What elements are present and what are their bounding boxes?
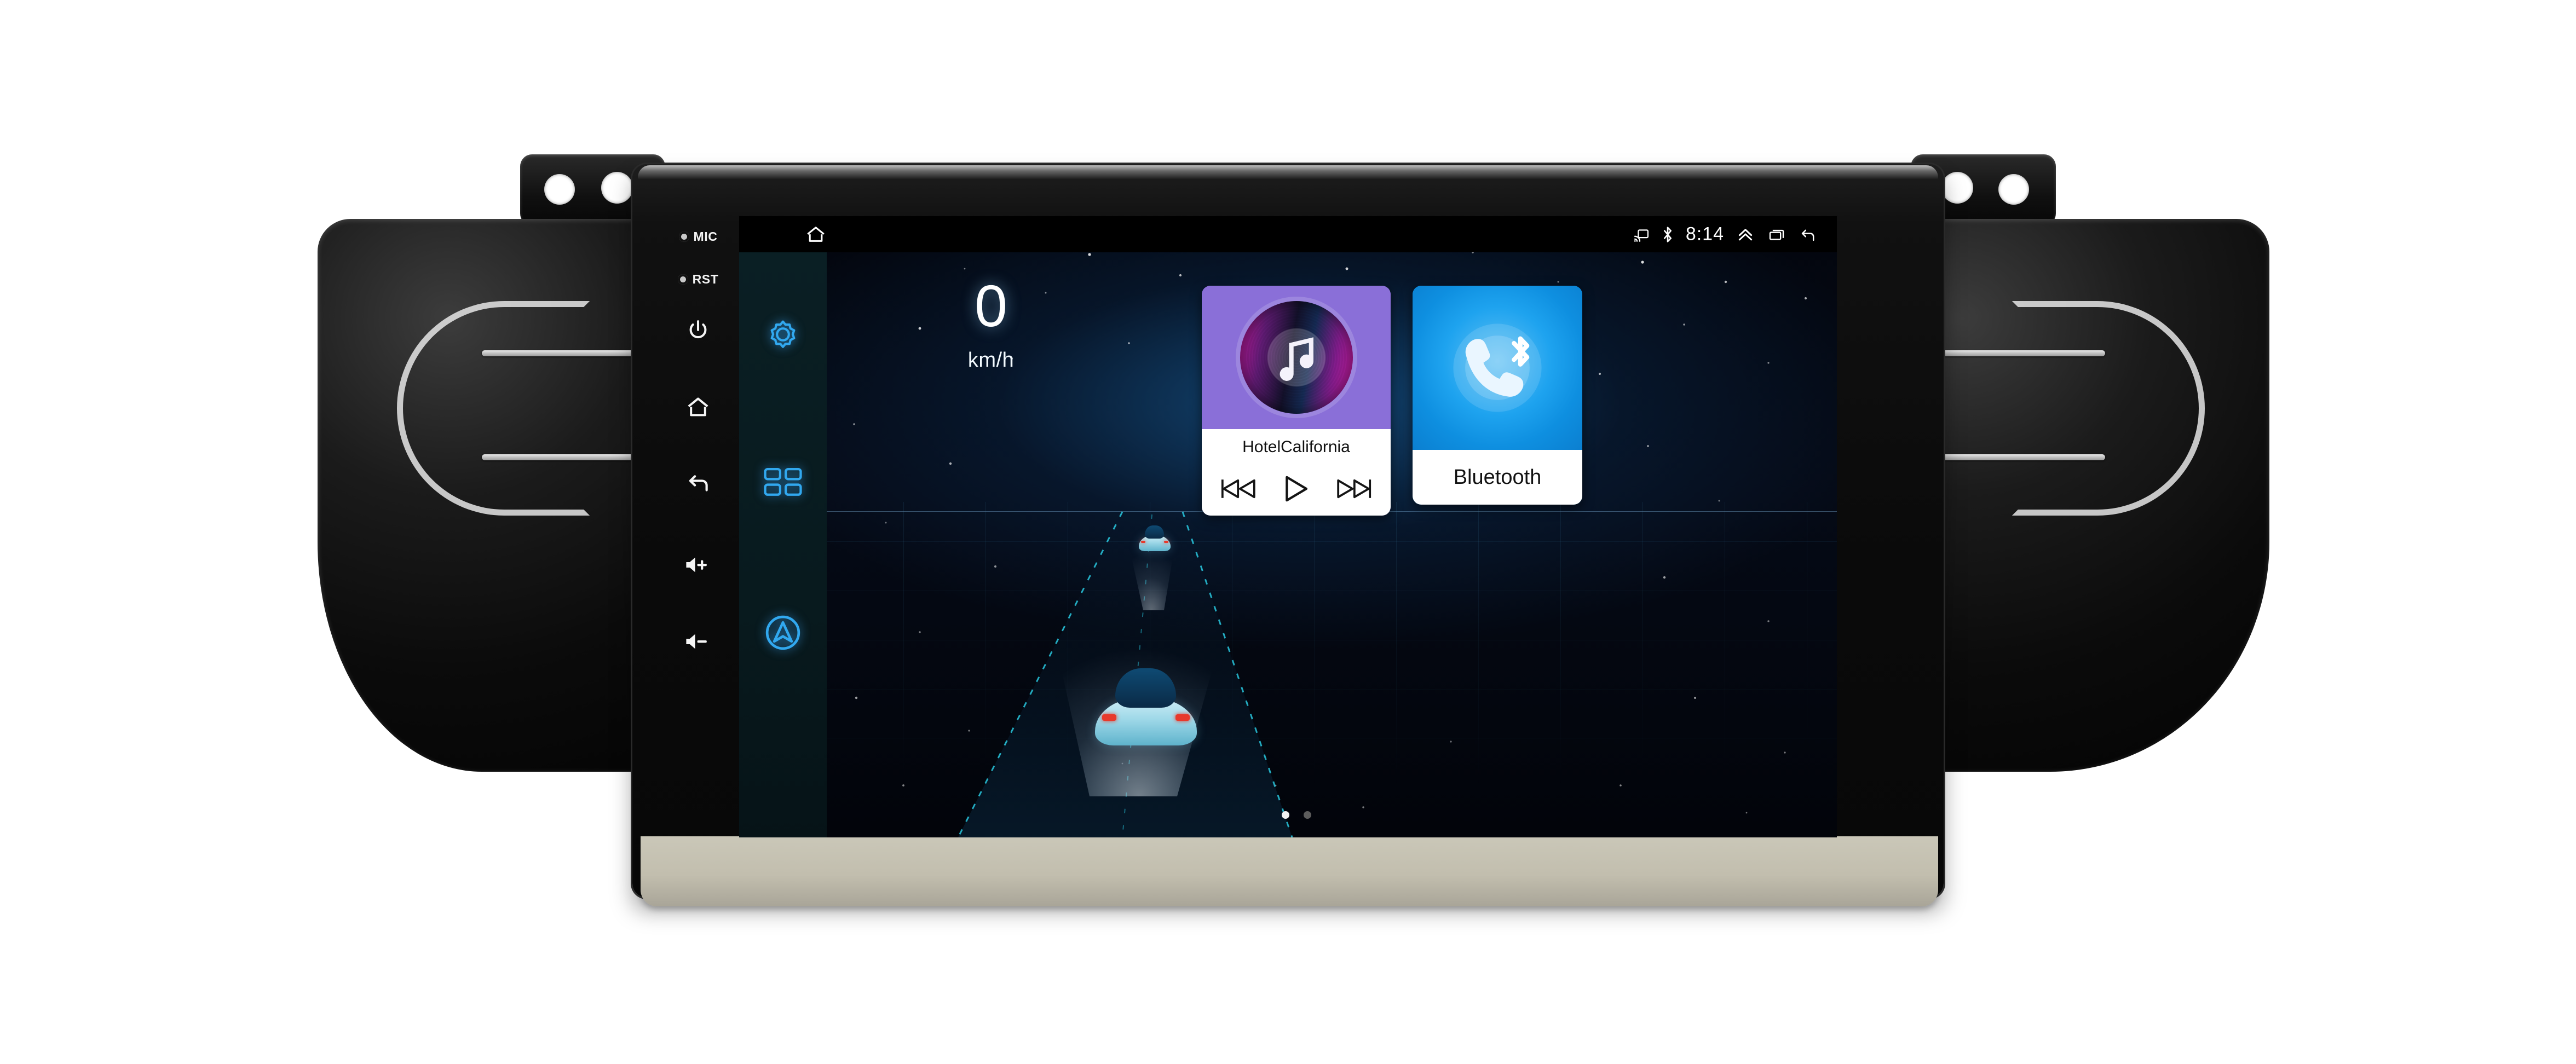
reset-label: RST [692,271,719,286]
statusbar-right-group: 8:14 [1633,224,1818,245]
statusbar-clock: 8:14 [1685,223,1724,245]
mic-indicator: MIC [665,219,731,254]
page-dot[interactable] [1303,811,1311,819]
sidebar-item-settings[interactable] [739,298,827,375]
play-icon [1286,476,1308,502]
music-note-icon [1280,337,1313,381]
back-icon[interactable] [1797,225,1818,244]
music-widget[interactable]: HotelCalifornia [1202,286,1391,516]
cast-icon[interactable] [1633,226,1650,242]
phone-bluetooth-icon [1453,323,1542,412]
music-album-art [1202,286,1391,429]
home-icon [807,227,825,242]
sidebar-item-navigation[interactable] [739,594,827,671]
recent-apps-icon[interactable] [1767,225,1787,243]
reset-button[interactable]: RST [665,262,731,297]
back-button[interactable] [665,465,731,500]
bluetooth-widget[interactable]: Bluetooth [1413,286,1582,505]
status-bar: 8:14 [739,216,1837,252]
music-controls-panel: HotelCalifornia [1202,429,1391,516]
car-taillight [1140,540,1145,543]
reset-indicator-icon [677,274,688,285]
page-dot[interactable] [1281,811,1289,819]
bracket-hole [601,172,633,204]
next-track-button[interactable] [1330,472,1378,506]
album-disc [1240,301,1353,414]
trim-curve [397,301,590,516]
chevron-up-icon[interactable] [1735,225,1756,244]
sidebar-item-apps[interactable] [739,444,827,521]
bracket-hole [1941,172,1973,204]
statusbar-home-button[interactable] [804,222,828,246]
car-taillight [1102,714,1116,721]
home-button[interactable] [665,390,731,425]
unit-bottom-plate [641,836,1938,906]
volume-down-button[interactable] [665,624,731,659]
home-icon [688,397,708,417]
car-glass [1115,668,1177,708]
volume-down-icon [686,634,707,649]
previous-icon [1221,479,1255,499]
back-icon [689,475,708,491]
hardware-key-column: MIC RST [665,219,731,821]
launcher-sidebar [739,252,827,837]
volume-up-button[interactable] [665,547,731,582]
trim-curve [2012,301,2205,516]
previous-track-button[interactable] [1215,472,1262,506]
power-button[interactable] [665,313,731,348]
page-indicator [1202,811,1391,819]
mic-label: MIC [693,229,718,244]
apps-grid-icon [764,467,802,496]
navigation-icon [765,615,800,650]
lcd-screen[interactable]: 8:14 0 km/h HotelCalifornia Bluetooth [739,216,1837,837]
road-car-far [1138,524,1171,551]
bluetooth-label-panel: Bluetooth [1413,450,1582,505]
play-button[interactable] [1272,472,1319,506]
power-icon [689,320,707,339]
car-head-unit-product-photo: MIC RST 8:14 0 km/h HotelCalifornia Blue… [0,0,2576,1064]
bluetooth-art [1413,286,1582,450]
car-taillight [1163,540,1168,543]
bracket-hole [1998,174,2029,205]
next-icon [1337,479,1371,499]
road-car-near [1094,663,1197,746]
bracket-hole [544,174,575,205]
music-track-title: HotelCalifornia [1242,438,1350,456]
gear-icon [770,320,796,348]
volume-up-icon [686,557,707,573]
bluetooth-label: Bluetooth [1453,465,1542,489]
car-taillight [1175,714,1190,721]
car-glass [1145,525,1165,539]
mic-indicator-icon [678,231,689,242]
music-transport-controls [1202,472,1391,506]
bluetooth-icon[interactable] [1661,225,1675,244]
unit-top-gloss-strip [638,165,1938,180]
